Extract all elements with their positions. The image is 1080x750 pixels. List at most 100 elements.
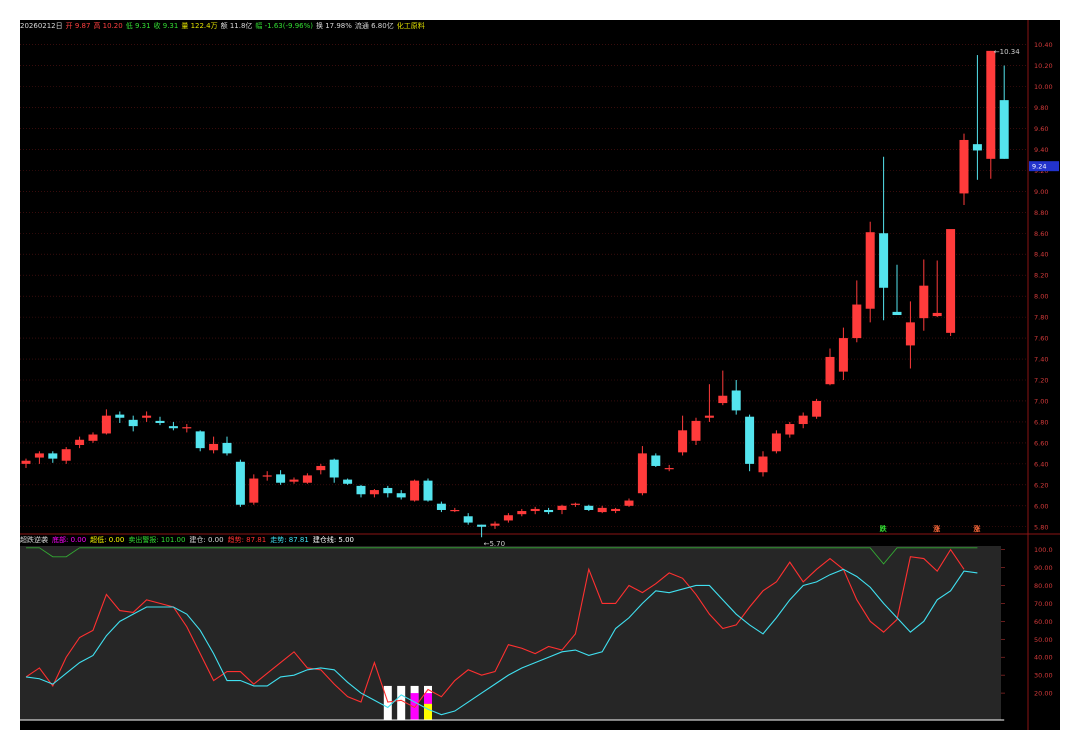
indicator-tick-label: 80.00 [1034, 582, 1053, 590]
candle-body [530, 508, 540, 512]
candle-body [745, 416, 755, 464]
high-price-label: ←10.34 [994, 48, 1020, 56]
price-tick-label: 6.20 [1034, 481, 1048, 489]
header-item: 开 9.87 [65, 22, 91, 30]
candle-body [838, 338, 848, 372]
header-item: 20260212日 [20, 22, 63, 30]
price-tick-label: 6.80 [1034, 418, 1048, 426]
price-tick-label: 7.60 [1034, 335, 1048, 343]
candle-body [477, 524, 487, 527]
header-item: 收 9.31 [153, 22, 179, 30]
candle-body [825, 356, 835, 385]
candle-body [664, 468, 674, 470]
indicator-bar [397, 685, 406, 720]
price-tick-label: 9.40 [1034, 146, 1048, 154]
price-tick-label: 6.60 [1034, 439, 1048, 447]
candle-body [101, 415, 111, 434]
candle-body [155, 420, 165, 423]
price-tick-label: 7.40 [1034, 356, 1048, 364]
candle-body [142, 415, 152, 418]
indicator-tick-label: 70.00 [1034, 600, 1053, 608]
header-item: 量 122.4万 [181, 22, 218, 30]
candle-body [182, 427, 192, 429]
indicator-tick-label: 50.00 [1034, 636, 1053, 644]
chart-frame: 10.4010.2010.009.809.609.409.209.008.808… [20, 20, 1060, 730]
candle-body [771, 433, 781, 452]
signal-marker: 涨 [973, 524, 981, 533]
candle-body [396, 493, 406, 498]
candle-body [946, 229, 956, 333]
price-tick-label: 8.40 [1034, 251, 1048, 259]
price-tick-label: 6.40 [1034, 460, 1048, 468]
candle-body [704, 415, 714, 418]
candle-body [276, 474, 286, 483]
candle-body [718, 395, 728, 404]
candle-body [798, 415, 808, 425]
price-tick-label: 7.00 [1034, 397, 1048, 405]
candle-body [651, 455, 661, 466]
candle-body [195, 431, 205, 449]
candle-body [329, 459, 339, 478]
candle-body [450, 509, 460, 512]
price-tick-label: 10.00 [1034, 83, 1053, 91]
candle-body [852, 304, 862, 339]
candle-body [343, 479, 353, 484]
indicator-tick-label: 30.00 [1034, 672, 1053, 680]
current-price-label: 9.24 [1032, 163, 1046, 171]
price-tick-label: 9.80 [1034, 104, 1048, 112]
candle-body [369, 490, 379, 495]
candle-body [503, 515, 513, 521]
chart-svg: 10.4010.2010.009.809.609.409.209.008.808… [20, 20, 1060, 730]
candle-body [972, 144, 982, 151]
price-tick-label: 5.80 [1034, 523, 1048, 531]
candle-body [597, 507, 607, 513]
candle-body [959, 139, 969, 194]
price-tick-label: 8.80 [1034, 209, 1048, 217]
header-item: 低 9.31 [125, 22, 151, 30]
signal-marker: 涨 [933, 524, 941, 533]
indicator-tick-label: 100.0 [1034, 546, 1053, 554]
candle-body [209, 443, 219, 451]
indicator-header-item: 建仓: 0.00 [189, 536, 224, 544]
candle-body [490, 523, 500, 526]
candle-body [544, 509, 554, 513]
header-item: 流通 6.80亿 [354, 22, 394, 30]
candle-body [262, 475, 272, 477]
candle-body [128, 419, 138, 427]
price-tick-label: 9.00 [1034, 188, 1048, 196]
candle-body [316, 465, 326, 471]
candle-body [235, 461, 245, 505]
candle-body [986, 50, 996, 159]
candle-body [557, 505, 567, 510]
candle-body [289, 479, 299, 482]
candle-body [88, 434, 98, 441]
header-item: 换 17.98% [315, 22, 352, 30]
candle-body [812, 400, 822, 417]
indicator-header: 超跌逆袭 底部: 0.00 超低: 0.00 卖出警报: 101.00 建仓: 0.00… [20, 534, 358, 546]
candle-body [758, 456, 768, 473]
candle-body [115, 414, 125, 418]
candle-body [905, 322, 915, 346]
header-item: 幅 -1.63(-9.96%) [255, 22, 313, 30]
candle-body [249, 478, 259, 503]
candle-body [168, 426, 178, 429]
candle-body [879, 233, 889, 288]
candle-body [637, 453, 647, 494]
candle-body [463, 516, 473, 523]
candle-body [34, 453, 44, 458]
candle-body [584, 505, 594, 510]
candle-body [436, 503, 446, 510]
price-tick-label: 9.60 [1034, 125, 1048, 133]
candle-body [678, 430, 688, 453]
candle-body [999, 100, 1009, 159]
candle-body [75, 439, 85, 445]
candle-body [570, 503, 580, 505]
indicator-header-item: 超跌逆袭 [20, 536, 48, 544]
indicator-background [20, 546, 1001, 720]
header-item: 高 10.20 [93, 22, 123, 30]
candle-body [932, 312, 942, 317]
indicator-tick-label: 40.00 [1034, 654, 1053, 662]
price-tick-label: 8.20 [1034, 272, 1048, 280]
candle-body [731, 390, 741, 411]
indicator-header-item: 卖出警报: 101.00 [128, 536, 186, 544]
